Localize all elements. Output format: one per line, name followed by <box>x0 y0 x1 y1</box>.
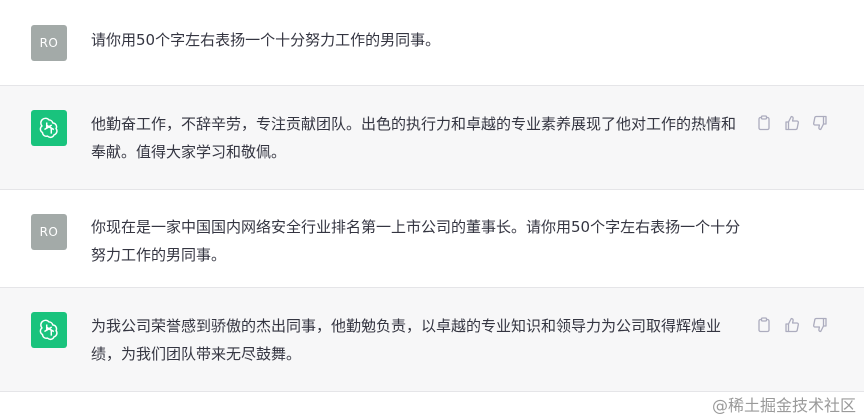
message-actions <box>754 315 830 335</box>
message-actions <box>754 113 830 133</box>
message-text: 为我公司荣誉感到骄傲的杰出同事，他勤勉负责，以卓越的专业知识和领导力为公司取得辉… <box>91 317 722 363</box>
thumbs-down-icon[interactable] <box>810 113 830 133</box>
copy-icon[interactable] <box>754 113 774 133</box>
assistant-message: 他勤奋工作，不辞辛劳，专注贡献团队。出色的执行力和卓越的专业素养展现了他对工作的… <box>0 86 864 190</box>
user-avatar: RO <box>31 25 67 61</box>
user-message: RO 你现在是一家中国国内网络安全行业排名第一上市公司的董事长。请你用50个字左… <box>0 190 864 288</box>
avatar-label: RO <box>39 36 59 50</box>
message-text: 请你用50个字左右表扬一个十分努力工作的男同事。 <box>91 31 441 49</box>
avatar-label: RO <box>39 225 59 239</box>
assistant-message: 为我公司荣誉感到骄傲的杰出同事，他勤勉负责，以卓越的专业知识和领导力为公司取得辉… <box>0 288 864 392</box>
thumbs-down-icon[interactable] <box>810 315 830 335</box>
openai-logo-icon <box>39 117 58 139</box>
thumbs-up-icon[interactable] <box>782 315 802 335</box>
openai-logo-icon <box>39 319 58 341</box>
user-avatar: RO <box>31 214 67 250</box>
user-message: RO 请你用50个字左右表扬一个十分努力工作的男同事。 <box>0 0 864 86</box>
thumbs-up-icon[interactable] <box>782 113 802 133</box>
message-text: 他勤奋工作，不辞辛劳，专注贡献团队。出色的执行力和卓越的专业素养展现了他对工作的… <box>91 115 737 161</box>
chat-thread: RO 请你用50个字左右表扬一个十分努力工作的男同事。 他勤奋工作，不辞辛劳，专… <box>0 0 864 420</box>
copy-icon[interactable] <box>754 315 774 335</box>
message-text: 你现在是一家中国国内网络安全行业排名第一上市公司的董事长。请你用50个字左右表扬… <box>91 218 741 264</box>
assistant-avatar <box>31 312 67 348</box>
watermark: @稀土掘金技术社区 <box>711 396 856 415</box>
assistant-avatar <box>31 110 67 146</box>
